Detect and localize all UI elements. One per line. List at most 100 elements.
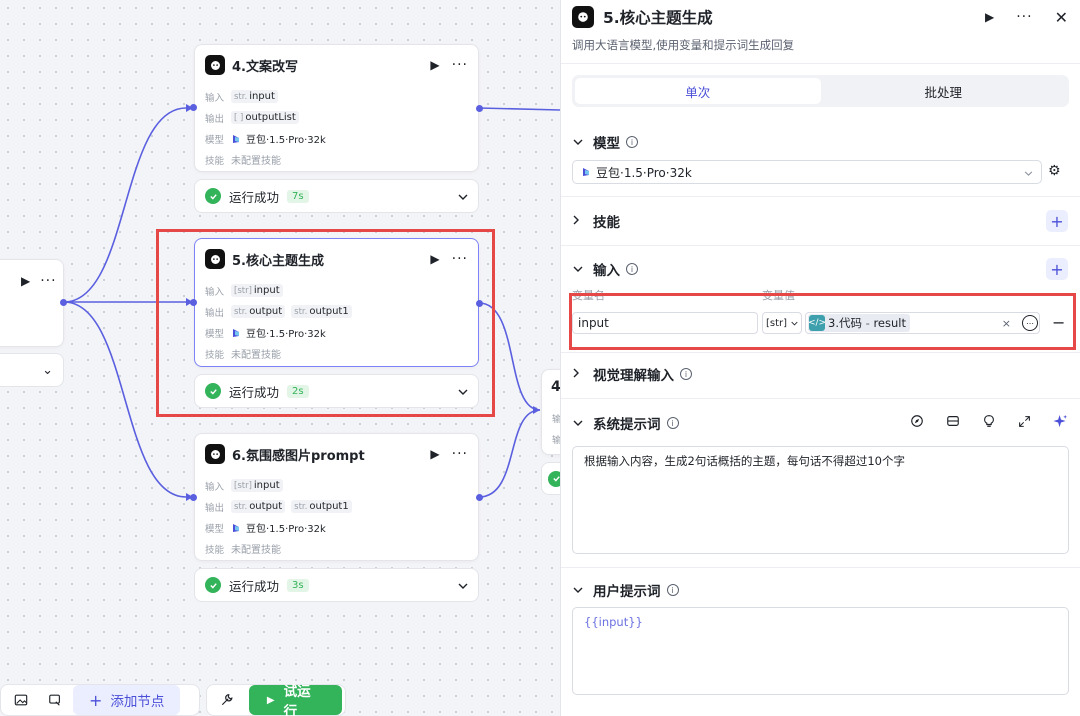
more-icon[interactable]: ···	[452, 58, 468, 72]
output-port[interactable]	[476, 105, 483, 112]
row-key: 输出	[205, 502, 225, 514]
mode-tabs: 单次 批处理	[572, 75, 1069, 107]
user-prompt-header[interactable]: 用户提示词 i	[573, 579, 1068, 601]
end-node-status-partial[interactable]	[541, 462, 560, 495]
add-input-button[interactable]: +	[1046, 258, 1068, 280]
chevron-down-icon	[573, 137, 585, 148]
bot-icon	[205, 444, 225, 464]
model-logo-icon	[233, 523, 239, 532]
info-icon[interactable]: i	[666, 417, 679, 429]
chevron-right-icon	[573, 368, 585, 381]
chevron-down-icon[interactable]: ⌄	[42, 363, 53, 378]
partial-row-key: 输	[552, 415, 560, 425]
success-check-icon	[205, 577, 221, 593]
image-icon[interactable]	[5, 684, 37, 716]
info-icon[interactable]: i	[666, 584, 679, 596]
chevron-down-icon	[573, 264, 585, 275]
bulb-icon[interactable]	[982, 414, 996, 432]
chevron-down-icon[interactable]	[458, 189, 468, 204]
workflow-canvas[interactable]: ▶ ··· ⌄ 4.文案改写 ▶ ··· 输入 str. input 输出 [ ]…	[0, 0, 560, 716]
var-chip: [str] input	[231, 479, 283, 492]
section-title: 输入	[593, 263, 620, 279]
end-node-partial[interactable]: 4 输 输	[541, 369, 560, 455]
wrench-icon[interactable]	[211, 684, 243, 716]
start-node-partial[interactable]: ▶ ···	[0, 259, 64, 347]
play-icon[interactable]: ▶	[985, 10, 994, 24]
info-icon[interactable]: i	[626, 136, 638, 148]
edge-n6-end	[478, 409, 541, 498]
var-chip: [ ] outputList	[231, 111, 299, 124]
close-icon[interactable]: ✕	[1055, 8, 1068, 27]
vision-section-header[interactable]: 视觉理解输入 i	[573, 363, 1068, 385]
row-key: 技能	[205, 544, 225, 556]
partial-row-key: 输	[552, 436, 560, 446]
section-title: 系统提示词	[593, 417, 661, 433]
system-prompt-editor[interactable]: 根据输入内容，生成2句话概括的主题，每句话不得超过10个字	[572, 446, 1069, 554]
input-port[interactable]	[190, 494, 197, 501]
highlight-box-input	[569, 293, 1076, 350]
node-title: 4.文案改写	[232, 59, 298, 75]
chevron-down-icon	[573, 585, 585, 596]
add-node-label: 添加节点	[110, 694, 165, 710]
info-icon[interactable]: i	[680, 368, 692, 380]
row-key: 输出	[205, 113, 225, 125]
run-toolbar: ▶ 试运行	[206, 684, 346, 716]
model-logo-icon	[583, 168, 589, 176]
compass-icon[interactable]	[910, 414, 924, 432]
row-key: 输入	[205, 481, 225, 493]
info-icon[interactable]: i	[626, 263, 638, 275]
canvas-toolbar: + 添加节点	[0, 684, 200, 716]
section-title: 模型	[593, 136, 620, 152]
tab-batch[interactable]: 批处理	[821, 78, 1067, 104]
llm-node-4[interactable]: 4.文案改写 ▶ ··· 输入 str. input 输出 [ ] outputLi…	[194, 44, 479, 172]
status-label: 运行成功	[229, 189, 280, 205]
var-chip: str. output	[231, 500, 286, 513]
chevron-down-icon	[573, 418, 585, 429]
skills-section-header[interactable]: 技能 +	[573, 210, 1068, 232]
highlight-box-node	[156, 229, 495, 417]
status-bar-n6[interactable]: 运行成功 3s	[194, 568, 479, 602]
row-key: 模型	[205, 523, 225, 535]
model-section-header[interactable]: 模型 i	[573, 131, 1068, 153]
status-bar-n4[interactable]: 运行成功 7s	[194, 179, 479, 213]
ai-sparkle-icon[interactable]	[1053, 414, 1068, 433]
more-icon[interactable]: ···	[40, 274, 56, 288]
add-node-button[interactable]: + 添加节点	[73, 685, 181, 715]
play-icon[interactable]: ▶	[21, 274, 30, 288]
section-title: 用户提示词	[593, 584, 661, 600]
library-icon[interactable]	[946, 414, 960, 432]
node-settings-panel: 5.核心主题生成 ▶ ··· ✕ 调用大语言模型,使用变量和提示词生成回复 单次…	[560, 0, 1080, 716]
skills-value: 未配置技能	[231, 545, 281, 556]
input-section-header[interactable]: 输入 i +	[573, 258, 1068, 280]
model-name: 豆包·1.5·Pro·32k	[246, 524, 326, 535]
model-logo-icon	[233, 134, 239, 143]
panel-title: 5.核心主题生成	[603, 9, 713, 27]
add-skill-button[interactable]: +	[1046, 210, 1068, 232]
gear-icon[interactable]: ⚙	[1048, 163, 1061, 179]
more-icon[interactable]: ···	[452, 447, 468, 461]
output-port[interactable]	[476, 494, 483, 501]
status-label: 运行成功	[229, 578, 280, 594]
play-icon[interactable]: ▶	[430, 447, 439, 461]
success-check-icon	[548, 470, 560, 487]
chevron-down-icon[interactable]	[458, 578, 468, 593]
tab-single[interactable]: 单次	[575, 78, 821, 104]
user-prompt-editor[interactable]: {{input}}	[572, 607, 1069, 695]
system-prompt-header[interactable]: 系统提示词 i	[573, 412, 1068, 434]
bot-icon	[572, 6, 594, 28]
model-select-value: 豆包·1.5·Pro·32k	[596, 165, 692, 180]
more-icon[interactable]: ···	[1016, 10, 1032, 24]
input-port[interactable]	[190, 104, 197, 111]
llm-node-6[interactable]: 6.氛围感图片prompt ▶ ··· 输入 [str] input 输出 str…	[194, 433, 479, 561]
model-select[interactable]: 豆包·1.5·Pro·32k	[572, 160, 1042, 184]
expand-icon[interactable]	[1018, 415, 1031, 432]
test-run-button[interactable]: ▶ 试运行	[248, 684, 342, 716]
output-port[interactable]	[60, 299, 67, 306]
start-node-status-partial[interactable]: ⌄	[0, 353, 64, 387]
duration-badge: 3s	[287, 578, 309, 592]
row-key: 模型	[205, 134, 225, 146]
chevron-down-icon	[1024, 165, 1033, 179]
play-icon[interactable]: ▶	[430, 58, 439, 72]
comment-icon[interactable]	[39, 684, 71, 716]
partial-node-letter: 4	[551, 379, 560, 395]
